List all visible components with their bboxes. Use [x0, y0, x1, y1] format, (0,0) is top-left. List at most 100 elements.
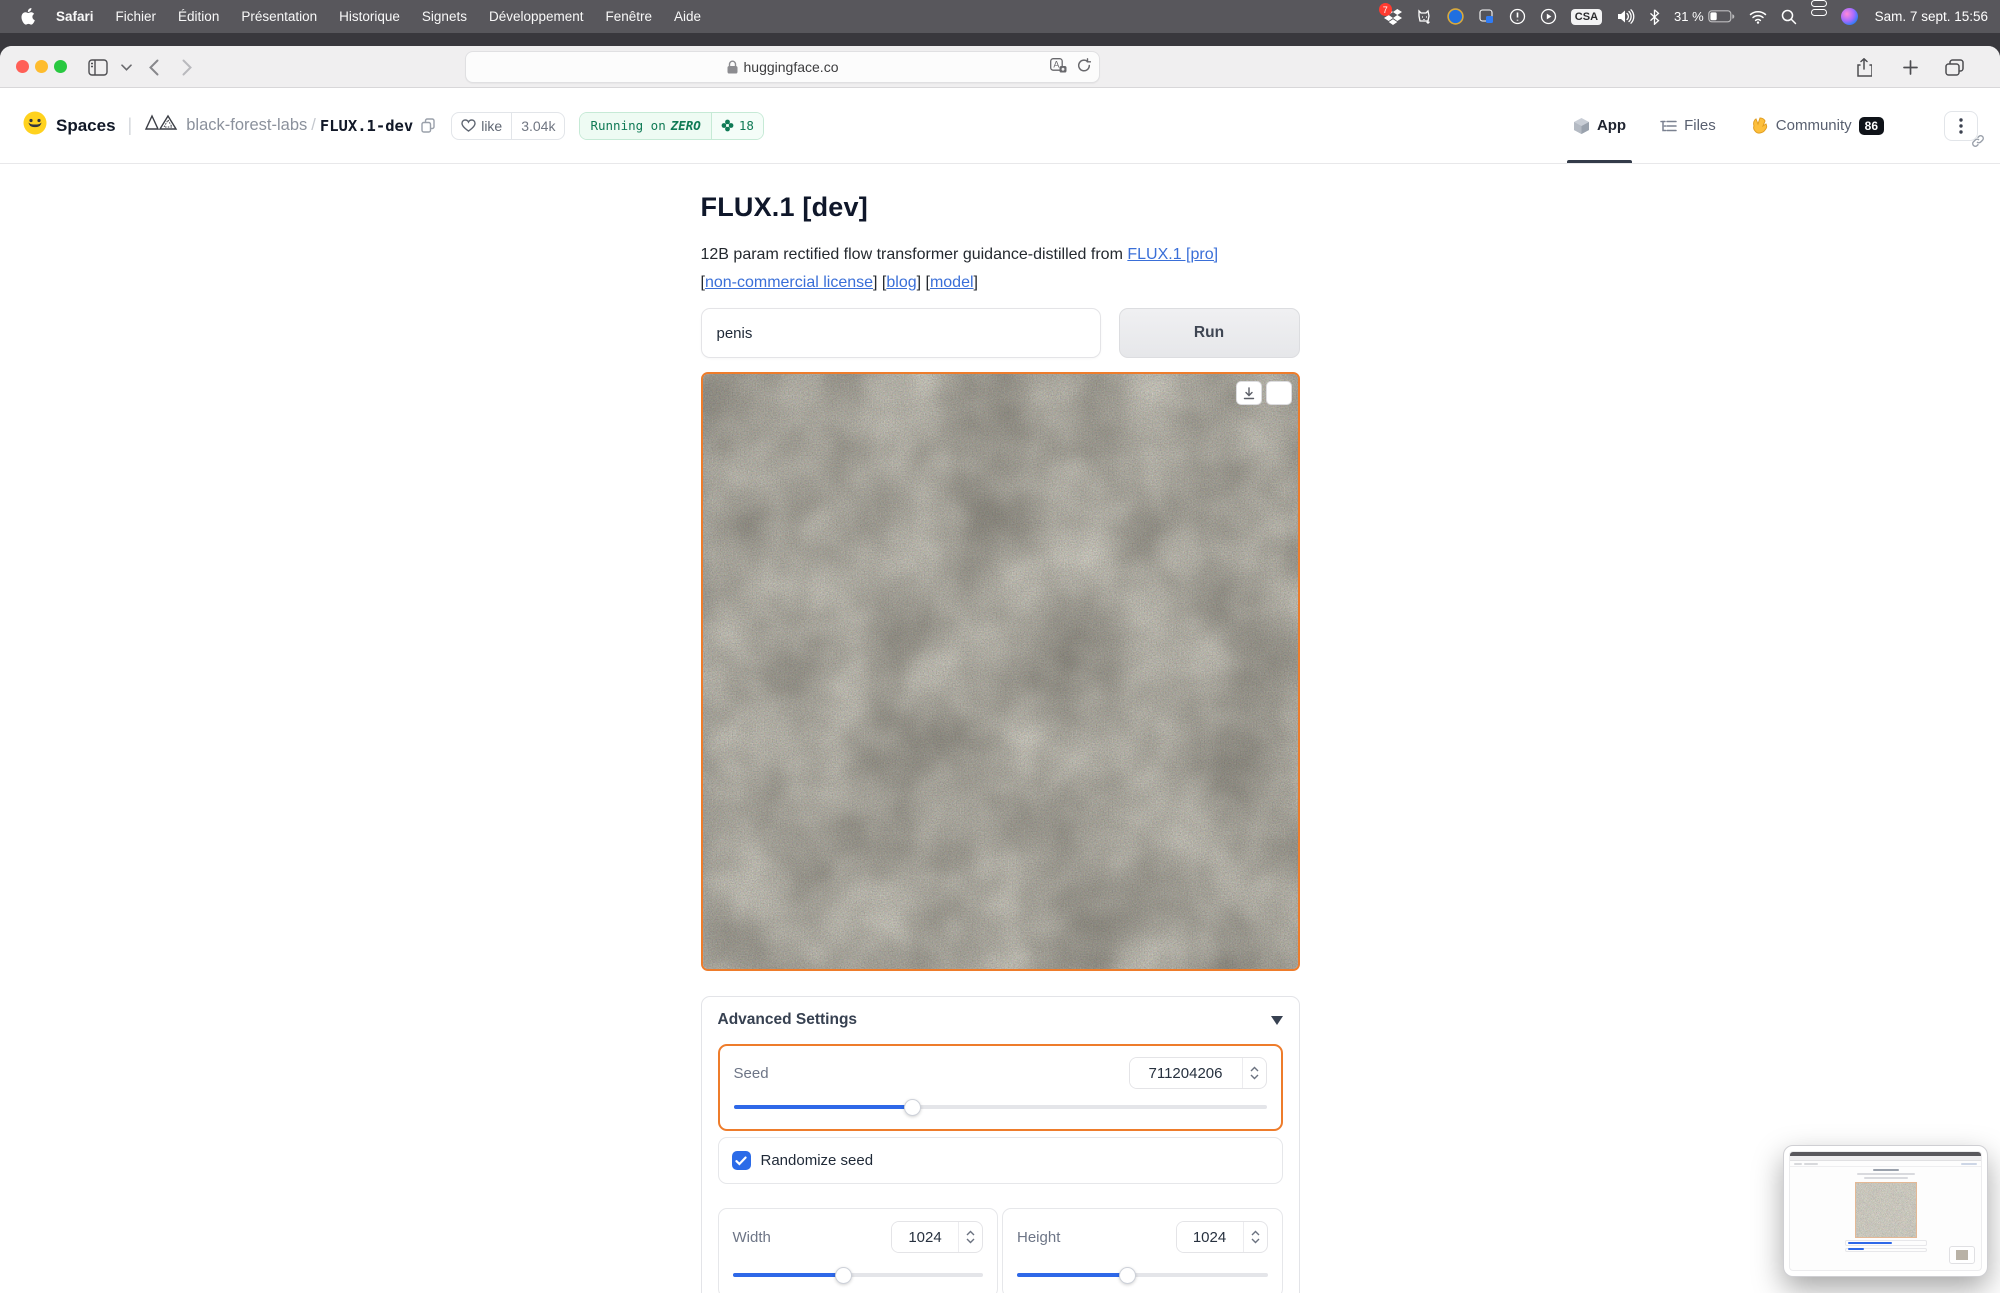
blog-link[interactable]: blog — [886, 274, 916, 291]
license-link[interactable]: non-commercial license — [705, 274, 873, 291]
blue-circle-app-icon[interactable] — [1440, 0, 1471, 33]
download-icon — [1243, 386, 1254, 399]
repo-name[interactable]: FLUX.1-dev — [320, 117, 413, 135]
path-separator: / — [311, 116, 316, 134]
spotlight-search-icon[interactable] — [1774, 0, 1804, 33]
minimize-button[interactable] — [35, 60, 48, 73]
files-icon — [1660, 120, 1677, 131]
tab-community[interactable]: Community 86 — [1750, 88, 1884, 163]
like-count[interactable]: 3.04k — [511, 112, 564, 139]
screenshot-app-icon[interactable] — [1471, 0, 1502, 33]
width-slider[interactable] — [732, 1267, 983, 1284]
menu-presentation[interactable]: Présentation — [230, 0, 328, 33]
prompt-row: Run — [700, 308, 1300, 358]
stepper-down-icon — [1250, 1074, 1258, 1080]
accordion-arrow-icon — [1270, 1015, 1283, 1025]
bracket: ] [ — [873, 274, 887, 291]
width-panel: Width — [717, 1208, 998, 1293]
tab-overview-button[interactable] — [1940, 54, 1968, 80]
height-slider[interactable] — [1017, 1267, 1268, 1284]
new-tab-button[interactable] — [1896, 54, 1924, 80]
menu-historique[interactable]: Historique — [328, 0, 411, 33]
prompt-input[interactable] — [700, 308, 1101, 358]
tab-files-label: Files — [1684, 117, 1716, 134]
menu-aide[interactable]: Aide — [663, 0, 712, 33]
seed-stepper[interactable] — [1241, 1058, 1266, 1088]
reload-button[interactable] — [1077, 58, 1092, 76]
sidebar-toggle-button[interactable] — [84, 54, 112, 80]
menu-edition[interactable]: Édition — [167, 0, 230, 33]
siri-icon[interactable] — [1834, 0, 1865, 33]
bluetooth-icon[interactable] — [1642, 0, 1667, 33]
apple-menu-icon[interactable] — [12, 8, 45, 25]
control-center-icon[interactable] — [1804, 0, 1834, 33]
org-link[interactable]: black-forest-labs — [186, 116, 307, 135]
width-input[interactable] — [892, 1222, 958, 1252]
menu-developpement[interactable]: Développement — [478, 0, 595, 33]
like-button[interactable]: like — [452, 113, 511, 139]
flux-pro-link[interactable]: FLUX.1 [pro] — [1127, 246, 1218, 263]
address-bar[interactable]: huggingface.co A — [465, 51, 1100, 83]
menu-fenetre[interactable]: Fenêtre — [595, 0, 664, 33]
volume-icon[interactable] — [1609, 0, 1642, 33]
wifi-icon[interactable] — [1742, 0, 1774, 33]
close-button[interactable] — [16, 60, 29, 73]
screen-preview-thumbnail[interactable] — [1783, 1145, 1988, 1277]
translate-icon[interactable]: A — [1050, 58, 1067, 76]
back-button[interactable] — [140, 54, 168, 80]
accordion-header[interactable]: Advanced Settings — [718, 1011, 1283, 1029]
run-button[interactable]: Run — [1118, 308, 1300, 358]
hardware-badge[interactable]: Running on ZERO 18 — [579, 111, 764, 140]
hardware-name: ZERO — [670, 118, 701, 133]
tab-app-label: App — [1596, 117, 1627, 134]
model-link[interactable]: model — [930, 274, 974, 291]
forward-button[interactable] — [173, 54, 201, 80]
play-circle-icon[interactable] — [1533, 0, 1564, 33]
link-icon — [1972, 134, 1984, 147]
seed-slider[interactable] — [733, 1099, 1267, 1116]
result-image[interactable] — [700, 372, 1300, 971]
randomize-seed-row: Randomize seed — [717, 1137, 1283, 1184]
menu-fichier[interactable]: Fichier — [105, 0, 168, 33]
pet-app-icon[interactable] — [1409, 0, 1440, 33]
app-description: 12B param rectified flow transformer gui… — [701, 241, 1300, 297]
description-text: 12B param rectified flow transformer gui… — [700, 246, 1128, 263]
copy-repo-button[interactable] — [421, 118, 435, 133]
space-tabs: App Files Community 86 — [1566, 88, 1984, 163]
fullscreen-image-button[interactable] — [1265, 381, 1292, 405]
url-text: huggingface.co — [743, 59, 839, 75]
running-label: Running on — [590, 118, 666, 133]
tab-files[interactable]: Files — [1660, 88, 1716, 163]
alert-clock-icon[interactable] — [1502, 0, 1533, 33]
battery-status[interactable]: 31 % — [1667, 0, 1742, 33]
height-input[interactable] — [1176, 1222, 1243, 1252]
menu-safari[interactable]: Safari — [45, 0, 105, 33]
download-image-button[interactable] — [1235, 381, 1262, 405]
zoom-button[interactable] — [54, 60, 67, 73]
width-stepper[interactable] — [958, 1222, 982, 1252]
randomize-label: Randomize seed — [760, 1152, 874, 1169]
hf-logo-icon[interactable] — [22, 110, 48, 141]
share-button[interactable] — [1850, 54, 1878, 80]
seed-input[interactable] — [1129, 1058, 1242, 1088]
preview-mini-screen — [1789, 1151, 1982, 1271]
tab-group-chevron[interactable] — [112, 54, 140, 80]
more-options-button[interactable] — [1944, 110, 1984, 147]
safari-window: huggingface.co A Spaces | black-forest-l… — [0, 46, 2000, 1293]
svg-text:A: A — [1053, 60, 1059, 70]
keyboard-layout-badge[interactable]: CSA — [1564, 0, 1609, 33]
randomize-checkbox[interactable] — [731, 1151, 751, 1170]
check-icon — [735, 1156, 747, 1166]
bracket: ] [ — [916, 274, 930, 291]
page-title: FLUX.1 [dev] — [700, 192, 868, 222]
advanced-settings-accordion: Advanced Settings Seed 711204206 Randomi… — [700, 996, 1300, 1293]
dropbox-icon[interactable]: 7 — [1377, 0, 1409, 33]
safari-toolbar: huggingface.co A — [0, 46, 2000, 88]
bracket: ] — [973, 274, 978, 291]
menubar-clock[interactable]: Sam. 7 sept. 15:56 — [1865, 9, 1988, 24]
tab-app[interactable]: App — [1566, 88, 1633, 163]
spaces-label[interactable]: Spaces — [56, 116, 116, 136]
hf-space-header: Spaces | black-forest-labs / FLUX.1-dev … — [0, 88, 2000, 164]
height-stepper[interactable] — [1242, 1222, 1267, 1252]
menu-signets[interactable]: Signets — [411, 0, 478, 33]
